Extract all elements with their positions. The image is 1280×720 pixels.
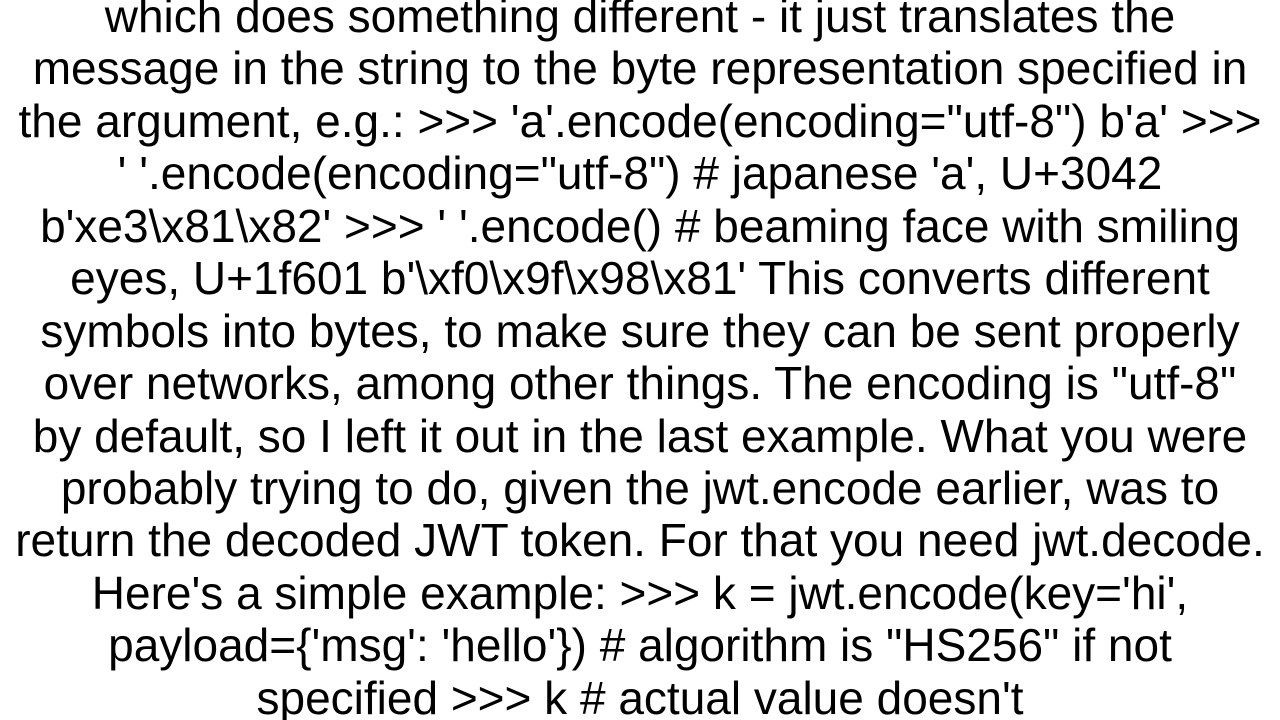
body-text: which does something different - it just… — [14, 0, 1266, 720]
document-body: which does something different - it just… — [0, 0, 1280, 720]
